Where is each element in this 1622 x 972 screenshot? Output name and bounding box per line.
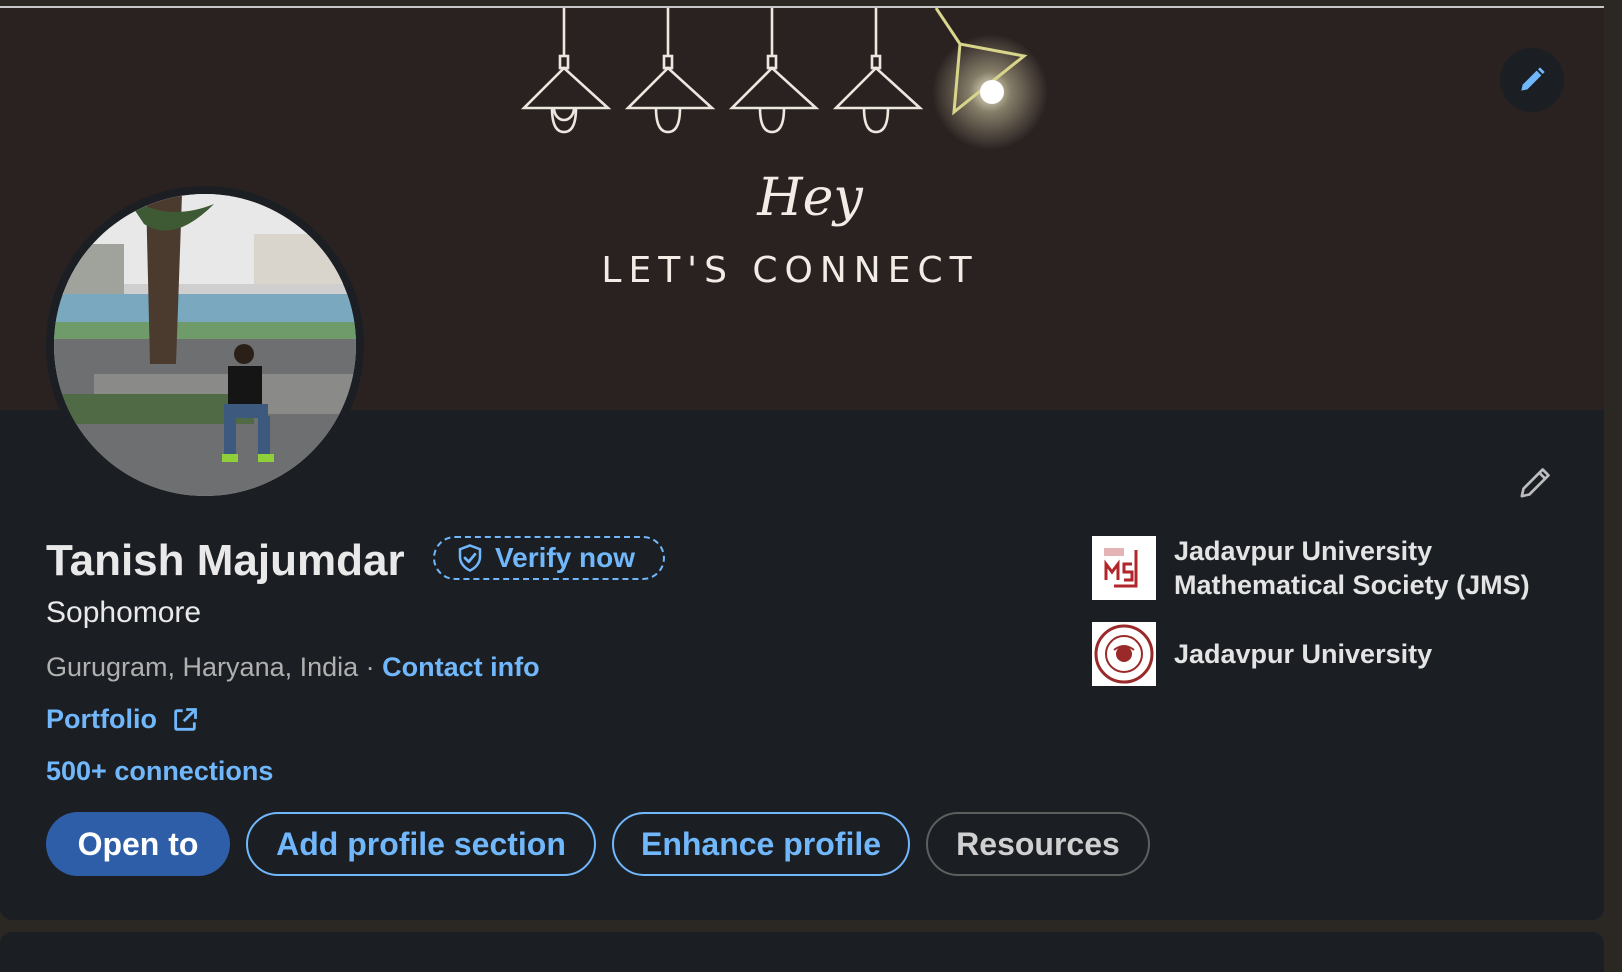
education-name-line2: Mathematical Society (JMS) [1174,570,1530,600]
jms-logo [1092,536,1156,600]
jadavpur-university-seal [1092,622,1156,686]
verify-now-label: Verify now [495,542,636,573]
external-link-icon [174,707,197,731]
location-separator: · [358,652,383,682]
verify-now-button[interactable]: Verify now [433,536,665,580]
contact-info-link[interactable]: Contact info [382,652,539,682]
portfolio-label: Portfolio [46,704,157,734]
edit-intro-button[interactable] [1508,454,1564,510]
resources-button[interactable]: Resources [926,812,1150,876]
enhance-profile-button[interactable]: Enhance profile [612,812,910,876]
location-line: Gurugram, Haryana, India · Contact info [46,652,540,683]
banner-tagline: LET'S CONNECT [601,250,979,291]
education-name-line1: Jadavpur University [1174,536,1433,566]
profile-avatar[interactable] [46,186,364,504]
education-item-jadavpur[interactable]: Jadavpur University [1092,622,1432,686]
pencil-icon [1521,67,1545,91]
add-profile-section-button[interactable]: Add profile section [246,812,596,876]
education-text-jms: Jadavpur University Mathematical Society… [1174,534,1530,602]
profile-headline: Sophomore [46,596,202,629]
education-text-jadavpur: Jadavpur University [1174,637,1432,671]
profile-location: Gurugram, Haryana, India [46,652,359,682]
pencil-outline-icon [1520,468,1550,498]
portfolio-link[interactable]: Portfolio [46,704,199,735]
profile-name: Tanish Majumdar [46,536,405,585]
banner-script-text: Hey [757,168,863,228]
hanging-lamps-illustration [520,8,1048,150]
education-item-jms[interactable]: Jadavpur University Mathematical Society… [1092,534,1530,602]
next-section-card [0,932,1604,972]
open-to-button[interactable]: Open to [46,812,230,876]
profile-photo [54,194,356,496]
connections-link[interactable]: 500+ connections [46,756,273,787]
edit-banner-button[interactable] [1500,48,1564,112]
education-name: Jadavpur University [1174,639,1433,669]
profile-card: Hey LET'S CONNECT Tanish Majumdar Verify… [0,6,1604,920]
shield-check-icon [458,544,482,572]
